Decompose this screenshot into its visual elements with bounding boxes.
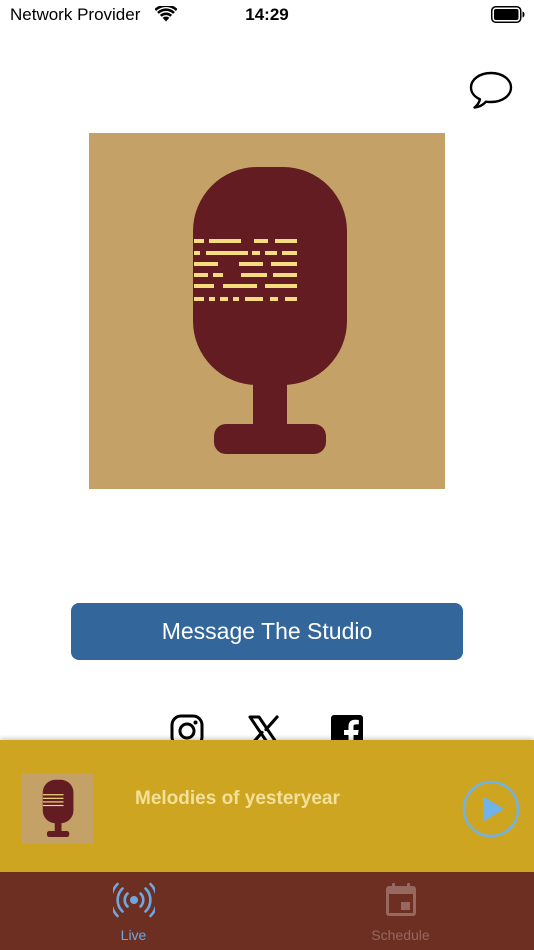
social-links xyxy=(0,710,534,748)
tab-bar: Live Schedule xyxy=(0,872,534,950)
now-playing-artwork xyxy=(22,773,93,844)
tab-live-label: Live xyxy=(120,927,147,943)
broadcast-icon xyxy=(113,882,155,918)
speech-bubble-icon[interactable] xyxy=(468,70,514,110)
clock: 14:29 xyxy=(245,5,289,24)
tab-live[interactable]: Live xyxy=(0,872,267,950)
status-bar: Network Provider 14:29 xyxy=(0,0,534,30)
calendar-icon xyxy=(386,883,416,916)
now-playing-bar[interactable]: Melodies of yesteryear xyxy=(0,740,534,872)
message-studio-button[interactable]: Message The Studio xyxy=(71,603,463,660)
microphone-icon xyxy=(193,167,347,454)
station-artwork xyxy=(89,133,445,489)
play-icon[interactable] xyxy=(462,780,520,838)
tab-schedule[interactable]: Schedule xyxy=(267,872,534,950)
tab-schedule-label: Schedule xyxy=(371,927,430,943)
microphone-icon xyxy=(42,779,74,838)
battery-icon xyxy=(491,6,525,23)
now-playing-title: Melodies of yesteryear xyxy=(135,788,340,809)
